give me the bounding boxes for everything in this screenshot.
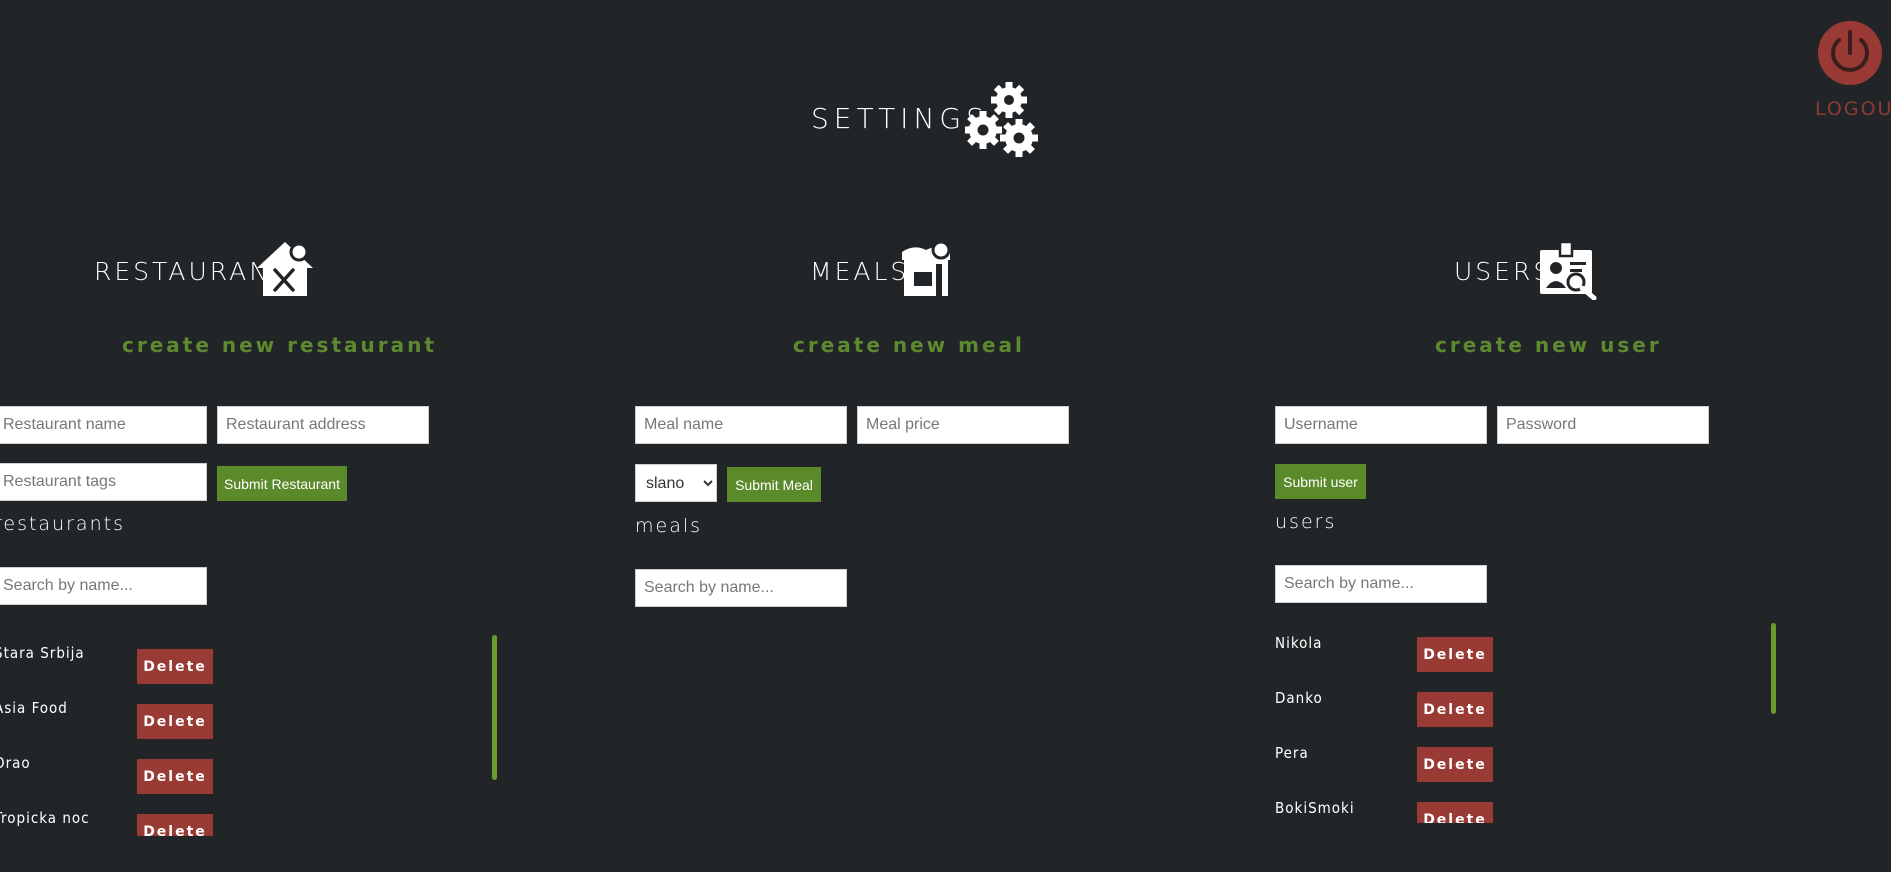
create-user-link[interactable]: create new user [1435,333,1662,357]
delete-button[interactable]: Delete [1417,747,1493,782]
power-icon[interactable] [1817,20,1883,86]
delete-button[interactable]: Delete [1417,692,1493,727]
submit-meal-button[interactable]: Submit Meal [727,467,821,502]
create-restaurant-link[interactable]: create new restaurant [122,333,437,357]
list-item: Nikola Delete [1275,634,1505,672]
restaurant-name-input[interactable] [0,406,207,444]
restaurant-name: Tropicka noc [0,809,90,827]
user-name: BokiSmoki [1275,799,1355,817]
list-item: Pera Delete [1275,744,1505,782]
shop-icon [902,240,951,296]
create-meal-link[interactable]: create new meal [793,333,1025,357]
delete-button[interactable]: Delete [1417,637,1493,672]
user-name: Nikola [1275,634,1323,652]
user-name: Danko [1275,689,1323,707]
user-name: Pera [1275,744,1309,762]
page-title: SETTINGS [811,102,989,135]
delete-button[interactable]: Delete [1417,802,1493,823]
users-list-heading: users [1275,511,1337,533]
delete-button[interactable]: Delete [137,814,213,836]
submit-user-button[interactable]: Submit user [1275,464,1366,499]
users-list: Nikola Delete Danko Delete Pera Delete B… [1275,630,1505,823]
submit-restaurant-button[interactable]: Submit Restaurant [217,466,347,501]
list-item: Stara Srbija Delete [0,644,224,684]
meal-search-input[interactable] [635,569,847,607]
gears-icon [965,82,1038,157]
meals-section-title: MEALS [810,257,910,286]
restaurant-name: Stara Srbija [0,644,85,662]
delete-button[interactable]: Delete [137,759,213,794]
list-item: BokiSmoki Delete [1275,799,1505,823]
username-input[interactable] [1275,406,1487,444]
user-search-input[interactable] [1275,565,1487,603]
restaurant-tags-input[interactable] [0,463,207,501]
restaurant-house-icon [257,242,313,296]
delete-button[interactable]: Delete [137,704,213,739]
settings-page: SETTINGS LOGOU RESTAURANTS create new re… [0,0,1891,872]
restaurants-list: Stara Srbija Delete Asia Food Delete Ora… [0,640,224,836]
list-item: Asia Food Delete [0,699,224,739]
meals-list-heading: meals [635,515,703,537]
restaurant-address-input[interactable] [217,406,429,444]
user-badge-search-icon [1540,240,1597,300]
users-scrollbar[interactable] [1771,623,1776,714]
meal-name-input[interactable] [635,406,847,444]
restaurants-scrollbar[interactable] [492,635,497,780]
list-item: Danko Delete [1275,689,1505,727]
restaurants-list-heading: restaurants [0,513,125,535]
restaurant-search-input[interactable] [0,567,207,605]
list-item: Tropicka noc Delete [0,809,224,836]
delete-button[interactable]: Delete [137,649,213,684]
restaurant-name: Orao [0,754,31,772]
meal-price-input[interactable] [857,406,1069,444]
list-item: Orao Delete [0,754,224,794]
password-input[interactable] [1497,406,1709,444]
meal-type-select[interactable]: slano [635,464,717,502]
logout-link[interactable]: LOGOUT [1815,98,1891,120]
restaurant-name: Asia Food [0,699,68,717]
